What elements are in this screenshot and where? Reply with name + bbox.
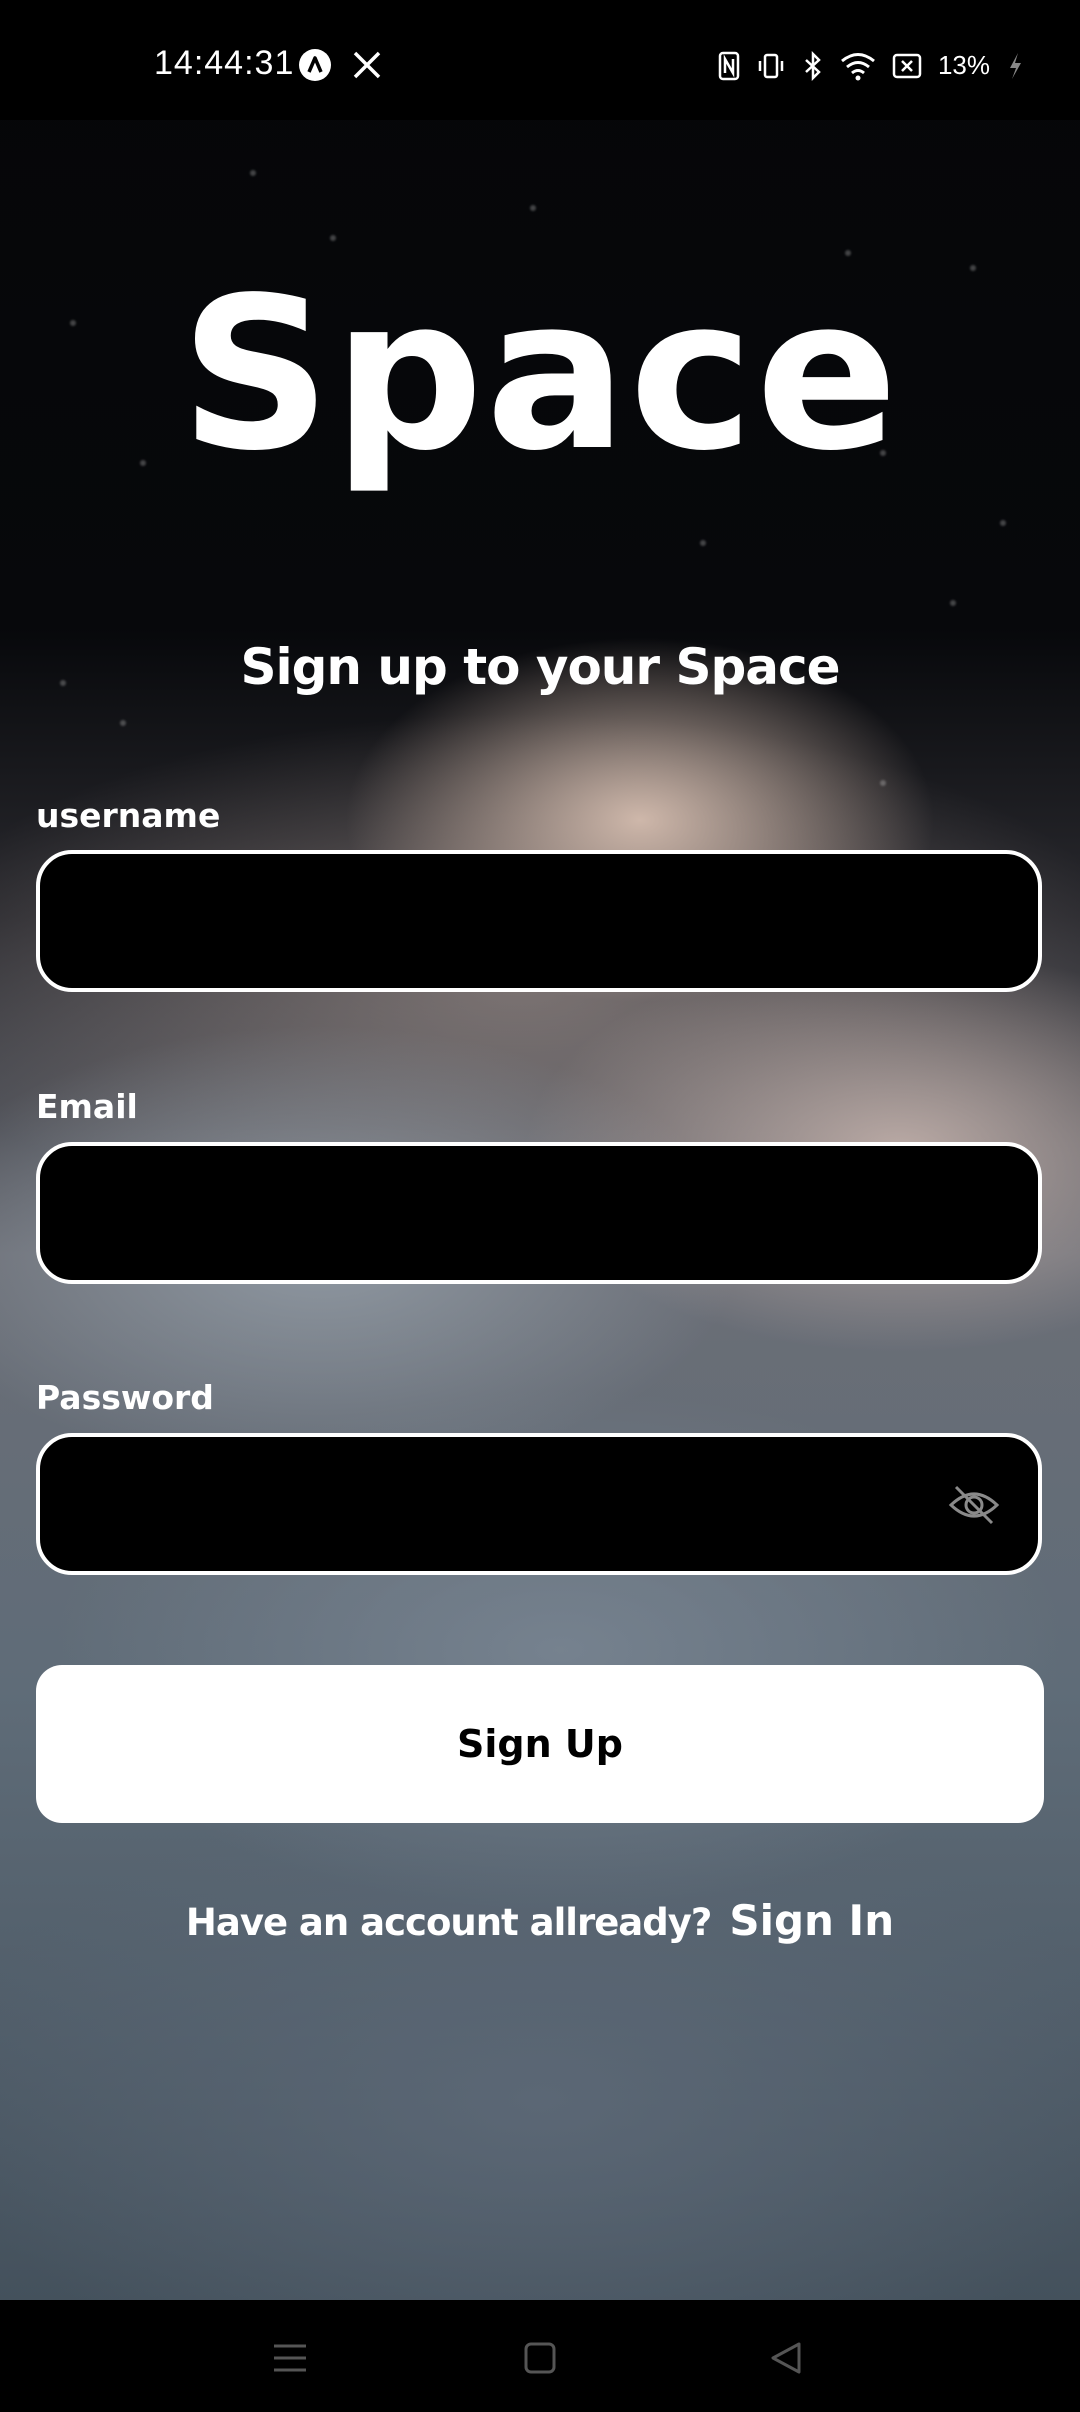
signin-link[interactable]: Sign In [729, 1896, 894, 1945]
password-label: Password [36, 1378, 214, 1417]
status-notification-icons [298, 48, 382, 82]
status-time: 14:44:31 [154, 44, 295, 82]
username-input[interactable] [36, 850, 1042, 992]
account-question: Have an account allready? [185, 1901, 712, 1944]
email-label: Email [36, 1087, 138, 1126]
menu-icon [274, 2344, 306, 2372]
username-label: username [36, 796, 221, 835]
bluetooth-icon [805, 50, 821, 81]
email-input[interactable] [36, 1142, 1042, 1284]
page-subtitle: Sign up to your Space [240, 638, 840, 696]
signin-prompt: Have an account allready? Sign In [0, 1896, 1080, 1945]
status-bar: 14:44:31 13% [0, 0, 1080, 120]
back-icon [771, 2342, 801, 2374]
wifi-icon [841, 52, 875, 80]
battery-saver-icon [892, 53, 922, 78]
system-nav-bar [0, 2300, 1080, 2412]
home-icon [524, 2342, 556, 2374]
recent-apps-button[interactable] [260, 2330, 320, 2386]
signup-screen: 14:44:31 13% Space Sign up to your Space… [0, 0, 1080, 2412]
signup-button[interactable]: Sign Up [36, 1665, 1044, 1823]
vibrate-icon [758, 53, 784, 78]
password-input[interactable] [36, 1433, 1042, 1575]
charging-icon [1010, 52, 1021, 79]
app-logo: Space [179, 252, 901, 497]
nfc-icon [718, 51, 740, 80]
eye-off-icon[interactable] [948, 1483, 1000, 1527]
battery-percentage: 13% [937, 50, 990, 80]
x-logo-icon [353, 51, 381, 79]
status-system-icons: 13% [718, 50, 1024, 81]
back-button[interactable] [756, 2330, 816, 2386]
home-button[interactable] [510, 2330, 570, 2386]
app-a-icon [299, 49, 331, 81]
